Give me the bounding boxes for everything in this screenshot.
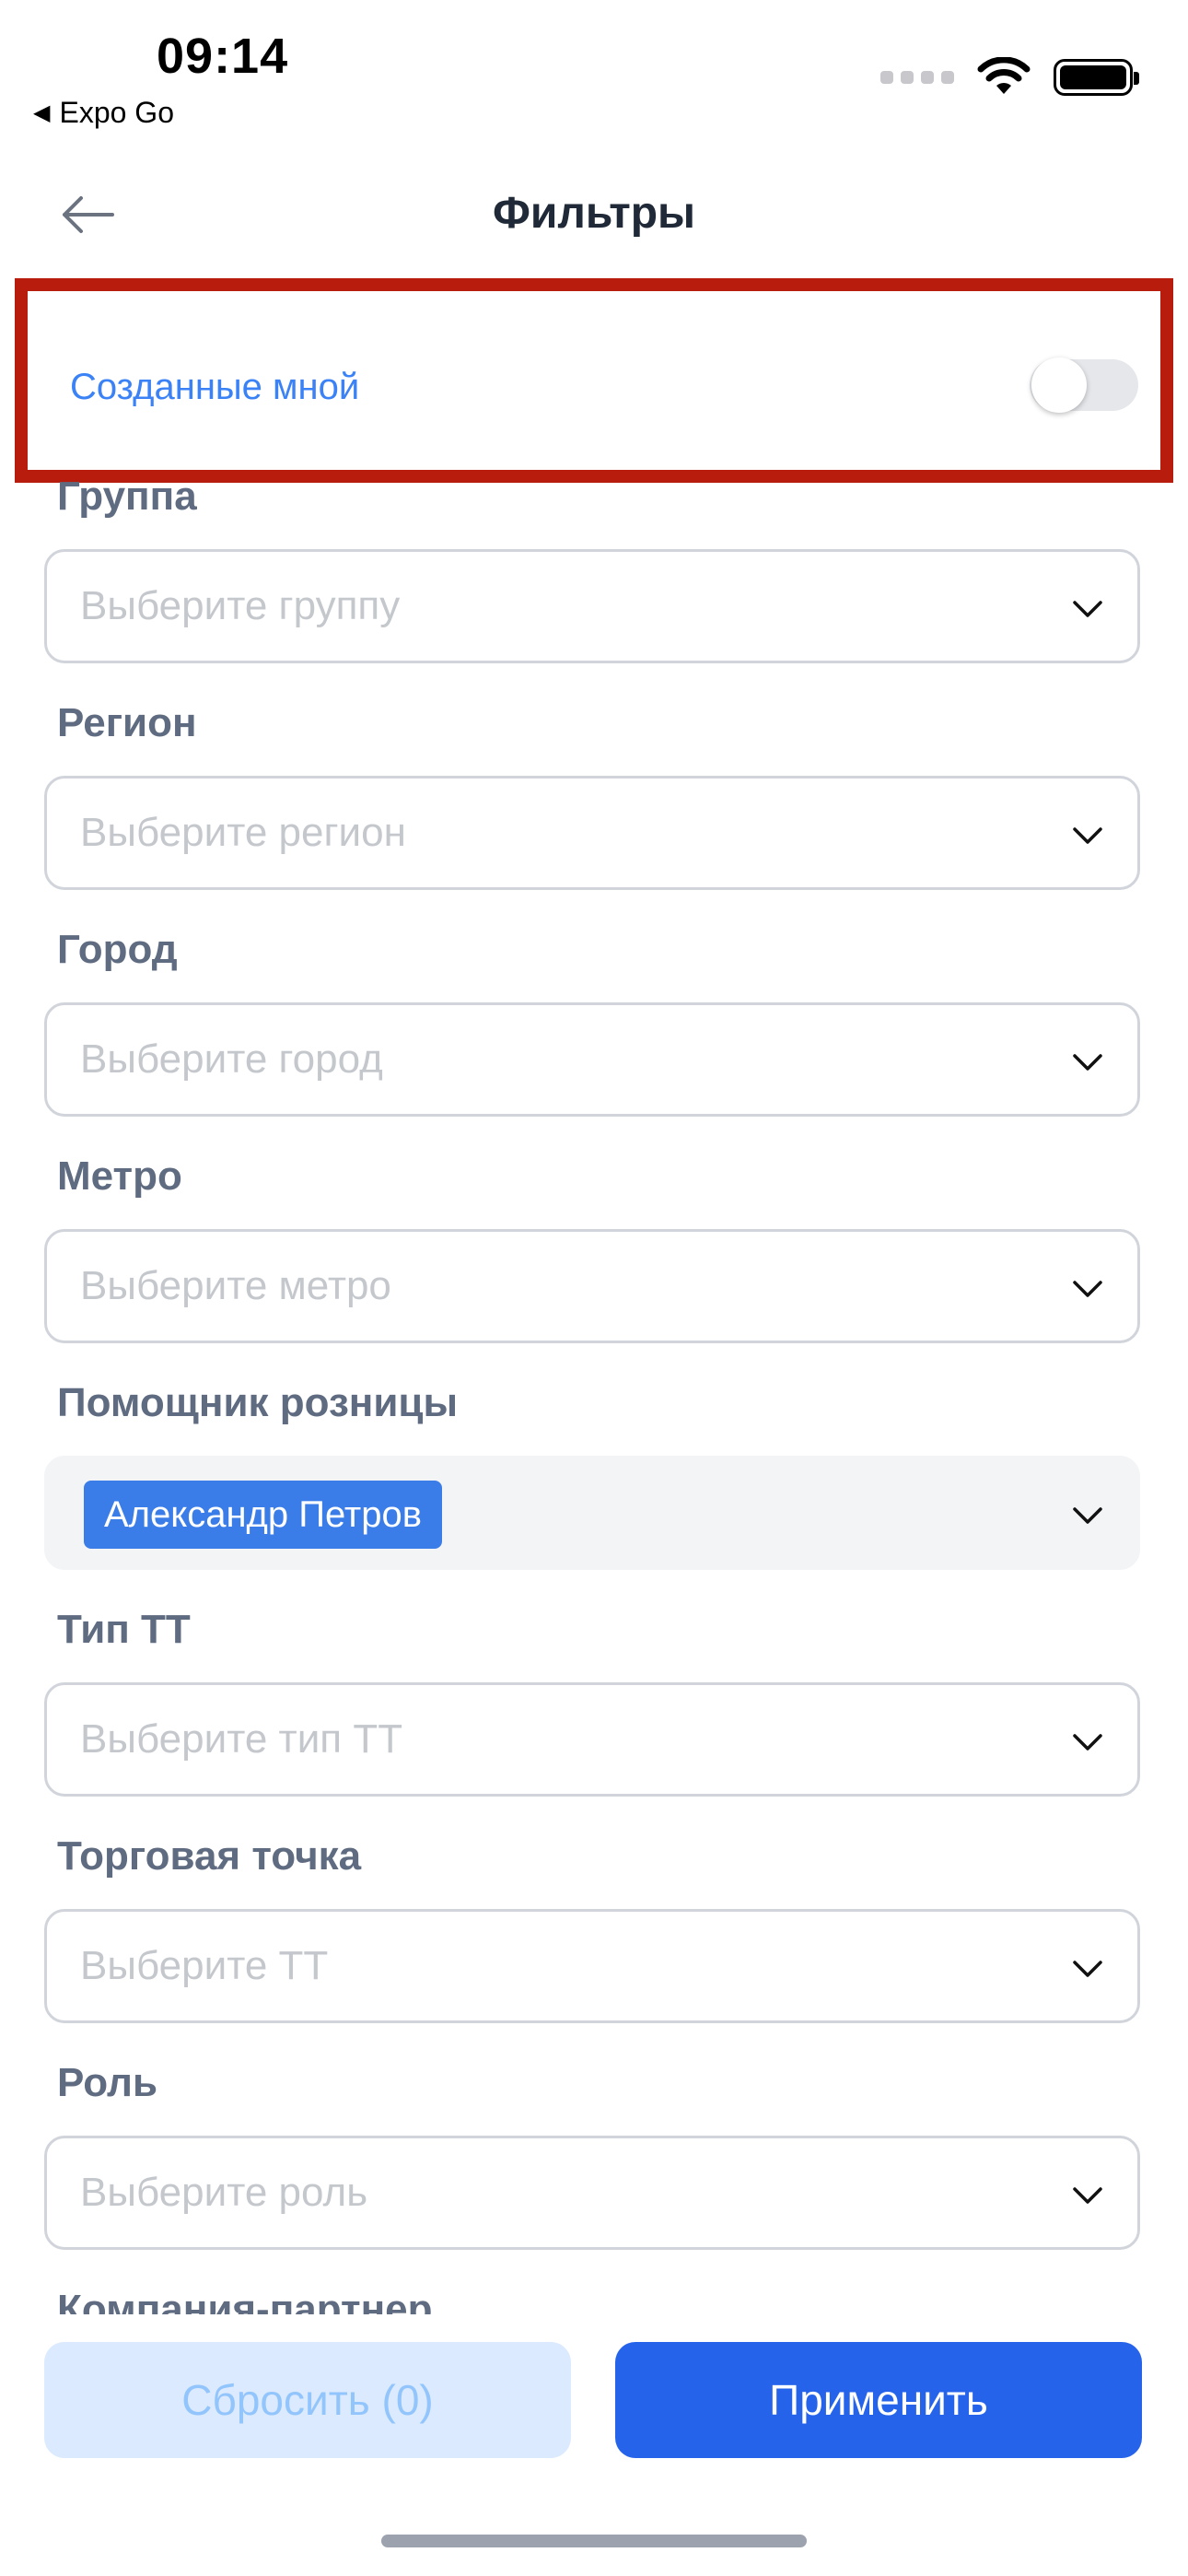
region-select[interactable]: Выберите регион	[44, 776, 1140, 890]
cellular-signal-icon	[880, 71, 954, 84]
metro-placeholder: Выберите метро	[80, 1263, 391, 1308]
back-app-label: Expo Go	[59, 96, 174, 129]
region-label: Регион	[57, 700, 197, 745]
chevron-down-icon	[1073, 1961, 1102, 1977]
retail-assistant-label: Помощник розницы	[57, 1380, 459, 1425]
status-time: 09:14	[157, 29, 289, 84]
outlet-type-select[interactable]: Выберите тип ТТ	[44, 1682, 1140, 1797]
chevron-down-icon	[1073, 1054, 1102, 1071]
chevron-down-icon	[1073, 601, 1102, 617]
group-select[interactable]: Выберите группу	[44, 549, 1140, 663]
battery-icon	[1054, 59, 1139, 96]
outlet-placeholder: Выберите ТТ	[80, 1943, 329, 1988]
apply-button[interactable]: Применить	[615, 2342, 1142, 2458]
group-placeholder: Выберите группу	[80, 583, 401, 628]
outlet-type-label: Тип ТТ	[57, 1607, 191, 1652]
toggle-knob	[1031, 357, 1087, 413]
group-label: Группа	[57, 474, 197, 519]
wifi-icon	[977, 57, 1031, 94]
outlet-label: Торговая точка	[57, 1833, 362, 1879]
page-title: Фильтры	[492, 189, 696, 238]
role-select[interactable]: Выберите роль	[44, 2136, 1140, 2250]
reset-button[interactable]: Сбросить (0)	[44, 2342, 571, 2458]
chevron-down-icon	[1073, 1734, 1102, 1751]
outlet-type-placeholder: Выберите тип ТТ	[80, 1716, 403, 1762]
chevron-down-icon	[1073, 2187, 1102, 2204]
selected-assistant-chip[interactable]: Александр Петров	[84, 1481, 442, 1549]
chevron-down-icon	[1073, 1507, 1102, 1524]
city-placeholder: Выберите город	[80, 1036, 383, 1082]
role-label: Роль	[57, 2060, 158, 2105]
chevron-down-icon	[1073, 1281, 1102, 1297]
filters-screen: 09:14 ◀ Expo Go Фильтры Созданные мной Г…	[0, 0, 1188, 2576]
back-triangle-icon: ◀	[33, 100, 51, 125]
created-by-me-toggle[interactable]	[1030, 357, 1138, 413]
home-indicator[interactable]	[381, 2535, 807, 2547]
outlet-select[interactable]: Выберите ТТ	[44, 1909, 1140, 2023]
back-to-app-link[interactable]: ◀ Expo Go	[33, 96, 174, 130]
city-select[interactable]: Выберите город	[44, 1002, 1140, 1117]
role-placeholder: Выберите роль	[80, 2170, 368, 2215]
status-icons	[880, 57, 1139, 98]
city-label: Город	[57, 927, 178, 972]
metro-label: Метро	[57, 1153, 182, 1199]
created-by-me-row: Созданные мной	[15, 278, 1173, 483]
created-by-me-label: Созданные мной	[70, 367, 360, 407]
metro-select[interactable]: Выберите метро	[44, 1229, 1140, 1343]
header: Фильтры	[0, 166, 1188, 258]
retail-assistant-select[interactable]: Александр Петров	[44, 1456, 1140, 1570]
region-placeholder: Выберите регион	[80, 810, 406, 855]
chevron-down-icon	[1073, 827, 1102, 844]
